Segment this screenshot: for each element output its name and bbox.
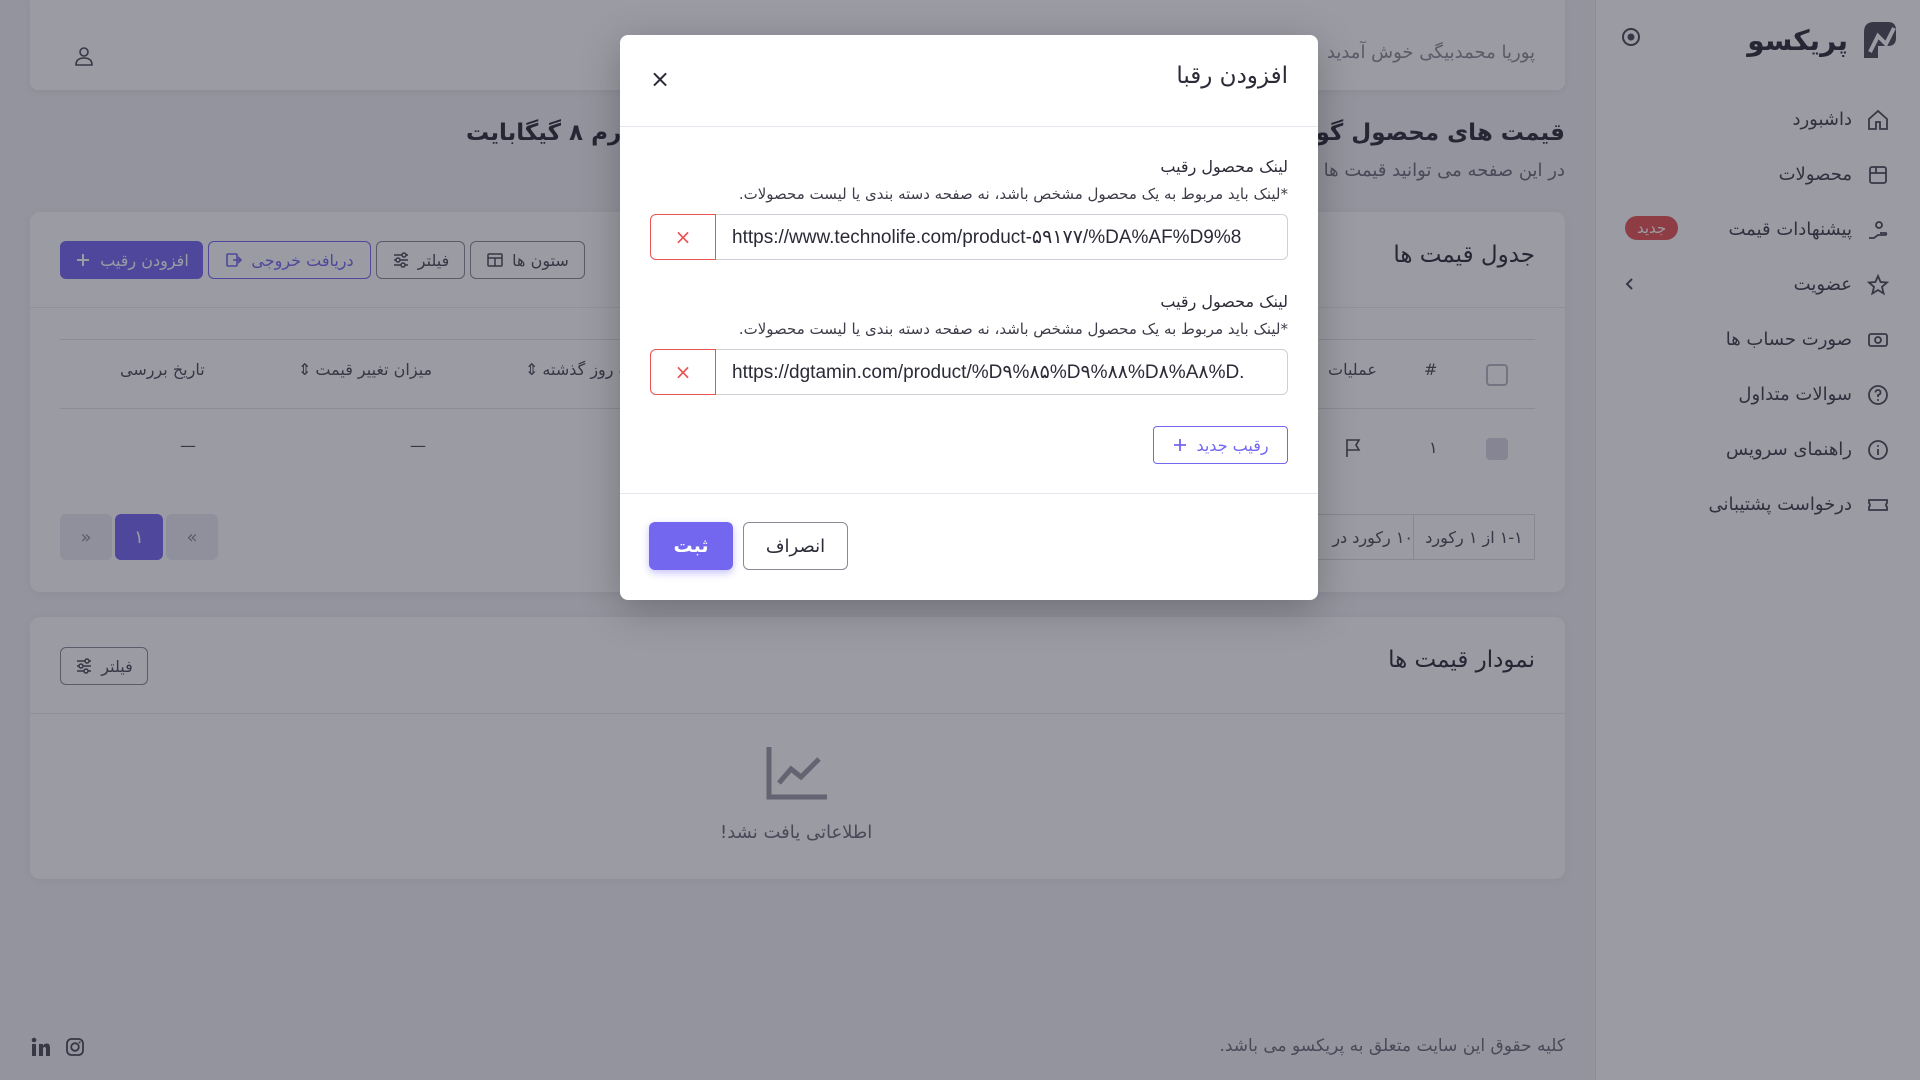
add-competitors-modal: افزودن رقبا × لینک محصول رقیب *لینک باید… — [620, 35, 1318, 600]
submit-button[interactable]: ثبت — [649, 522, 733, 570]
competitor-link-group: × — [650, 349, 1288, 395]
plus-icon — [1174, 439, 1187, 451]
competitor-link-group: × — [650, 214, 1288, 260]
competitor-link-label: لینک محصول رقیب — [1160, 292, 1288, 311]
remove-link-button[interactable]: × — [650, 349, 716, 395]
new-competitor-button[interactable]: رقیب جدید — [1153, 426, 1288, 464]
competitor-link-input[interactable] — [716, 349, 1288, 395]
cancel-button[interactable]: انصراف — [743, 522, 848, 570]
competitor-link-label: لینک محصول رقیب — [1160, 157, 1288, 176]
close-icon[interactable]: × — [646, 65, 674, 93]
competitor-link-input[interactable] — [716, 214, 1288, 260]
modal-footer-divider — [620, 493, 1318, 494]
competitor-link-hint: *لینک باید مربوط به یک محصول مشخص باشد، … — [738, 320, 1288, 338]
modal-header-divider — [620, 126, 1318, 127]
remove-link-button[interactable]: × — [650, 214, 716, 260]
button-label: رقیب جدید — [1196, 435, 1269, 455]
modal-title: افزودن رقبا — [1176, 63, 1288, 89]
competitor-link-hint: *لینک باید مربوط به یک محصول مشخص باشد، … — [738, 185, 1288, 203]
